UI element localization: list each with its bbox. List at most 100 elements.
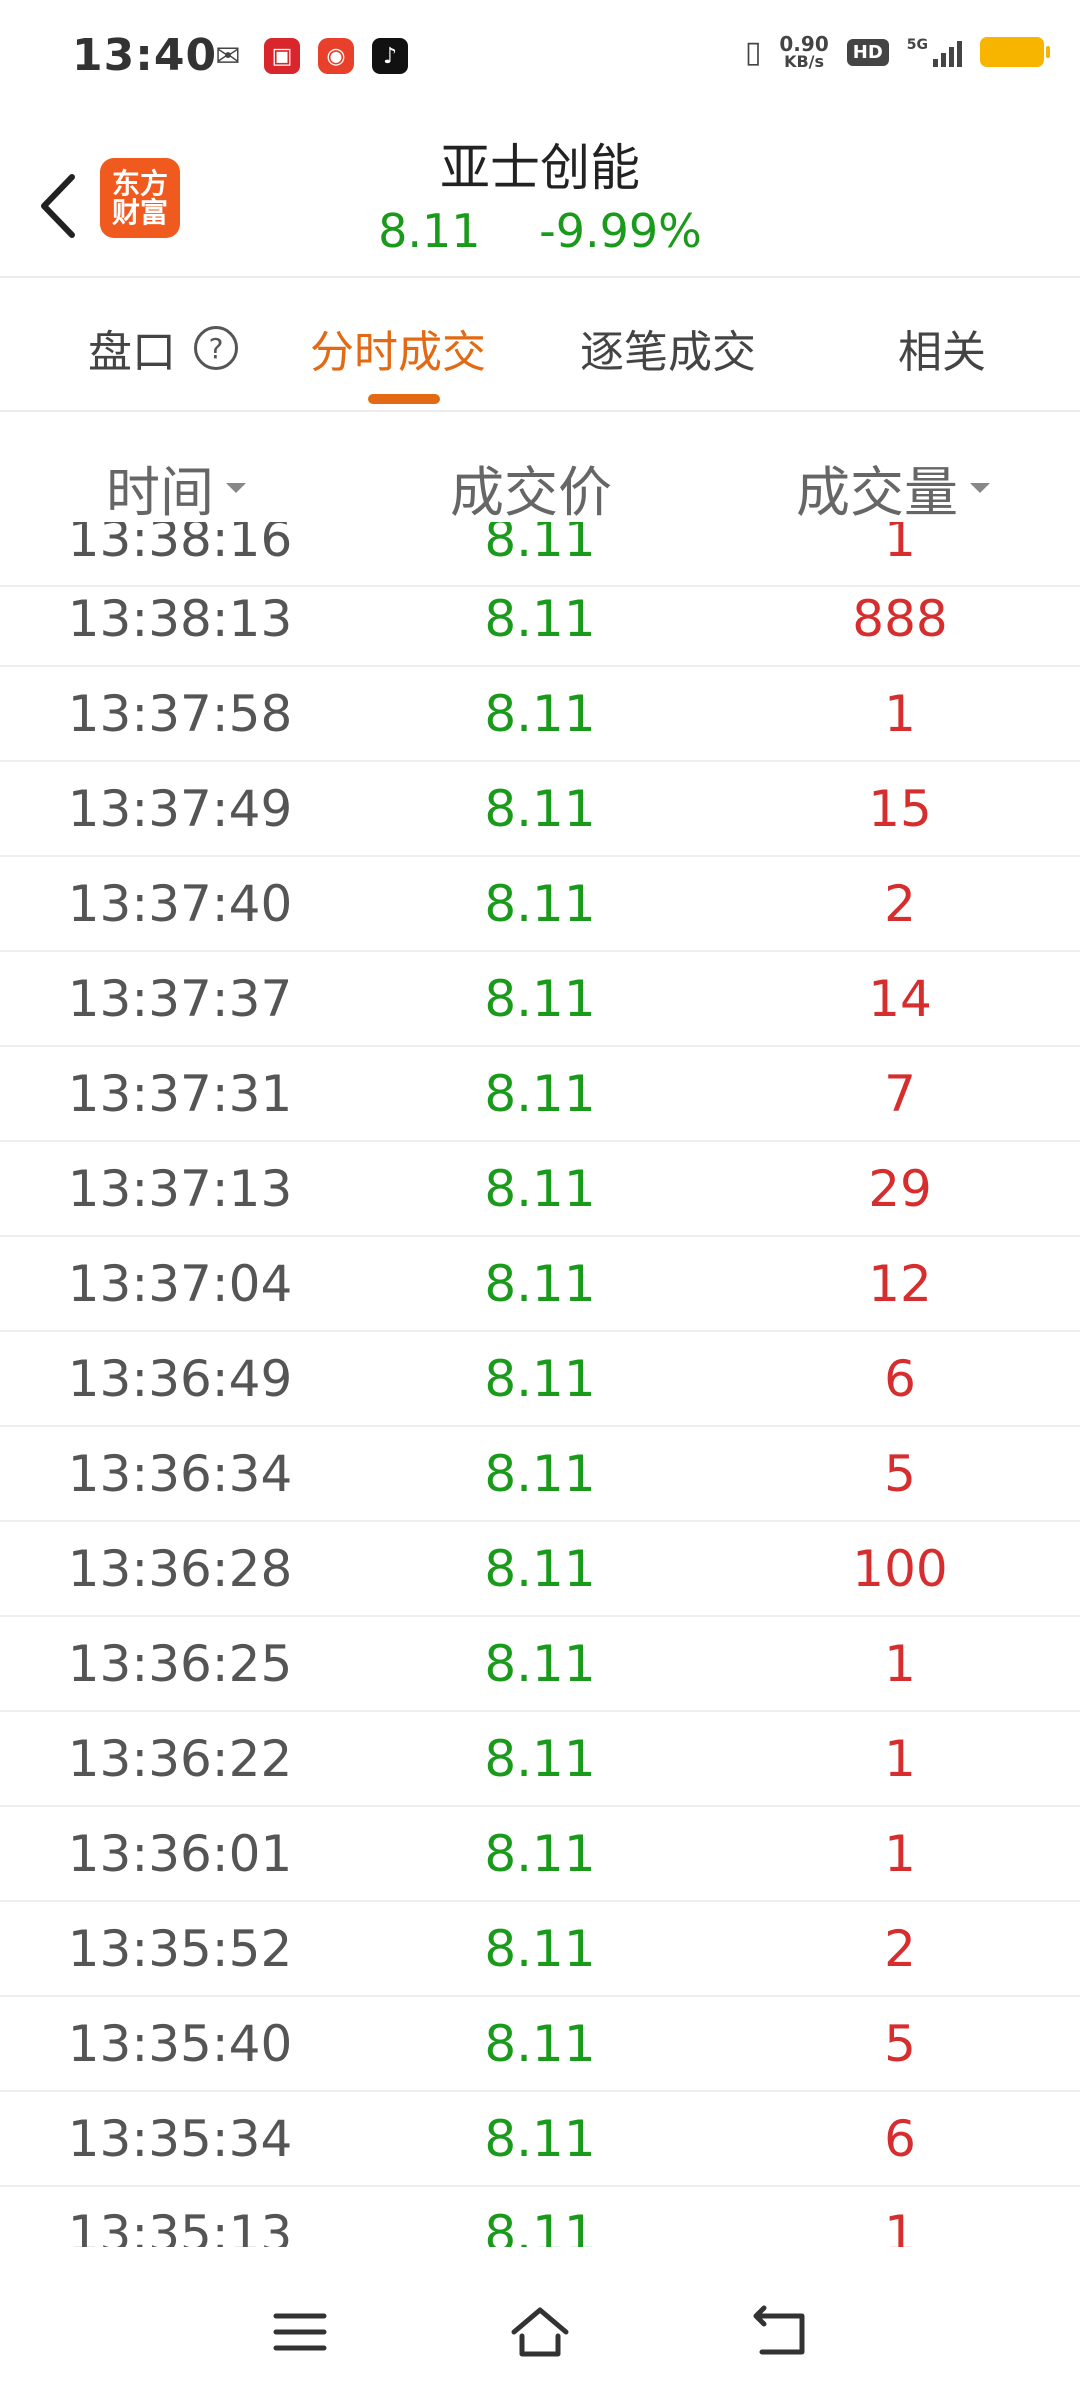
trade-time: 13:36:01 xyxy=(67,1825,293,1883)
tab-label: 分时成交 xyxy=(310,327,486,378)
tab-time-trades[interactable]: 分时成交 xyxy=(310,316,486,380)
trade-volume: 5 xyxy=(884,1445,916,1503)
speed-value: 0.90 xyxy=(779,32,829,56)
trade-volume: 6 xyxy=(884,2110,916,2168)
trade-price: 8.11 xyxy=(484,1730,596,1788)
trade-price: 8.11 xyxy=(484,1350,596,1408)
douyin-icon: ♪ xyxy=(372,38,408,74)
sort-caret-icon xyxy=(226,482,246,493)
table-row: 13:38:13 8.11 888 xyxy=(0,572,1080,667)
table-row: 13:36:34 8.11 5 xyxy=(0,1427,1080,1522)
trade-volume: 1 xyxy=(884,1730,916,1788)
tab-label: 相关 xyxy=(898,327,986,378)
tab-bar: 盘口 ? 分时成交 逐笔成交 相关 xyxy=(0,276,1080,412)
trade-time: 13:37:37 xyxy=(67,970,293,1028)
tab-tick-trades[interactable]: 逐笔成交 xyxy=(580,316,756,380)
trade-time: 13:36:22 xyxy=(67,1730,293,1788)
tab-related[interactable]: 相关 xyxy=(898,316,986,380)
hd-badge: HD xyxy=(846,38,889,66)
trade-price: 8.11 xyxy=(484,970,596,1028)
trade-time: 13:37:31 xyxy=(67,1065,293,1123)
trade-time: 13:35:13 xyxy=(67,2205,293,2247)
menu-button[interactable] xyxy=(250,2282,350,2382)
stock-quote: 8.11 -9.99% xyxy=(0,204,1080,258)
trade-volume: 5 xyxy=(884,2015,916,2073)
trade-price: 8.11 xyxy=(484,590,596,648)
trade-price: 8.11 xyxy=(484,2205,596,2247)
trade-price: 8.11 xyxy=(484,1065,596,1123)
menu-icon xyxy=(273,2313,327,2351)
network-type: 5G xyxy=(906,37,928,53)
network-speed: 0.90 KB/s xyxy=(779,34,828,70)
table-row: 13:36:49 8.11 6 xyxy=(0,1332,1080,1427)
column-price: 成交价 xyxy=(450,448,612,527)
trade-price: 8.11 xyxy=(484,875,596,933)
home-icon xyxy=(511,2307,569,2357)
system-indicators: ▯ 0.90 KB/s HD 5G xyxy=(744,34,1050,70)
trade-price: 8.11 xyxy=(484,685,596,743)
trade-time: 13:35:34 xyxy=(67,2110,293,2168)
home-button[interactable] xyxy=(490,2282,590,2382)
trades-list[interactable]: 13:38:16 8.11 1 13:38:13 8.11 888 13:37:58 8… xyxy=(0,522,1080,2247)
trade-time: 13:36:25 xyxy=(67,1635,293,1693)
trade-price: 8.11 xyxy=(484,1635,596,1693)
stock-name: 亚士创能 xyxy=(440,139,640,197)
status-bar: 13:40 ✉ ▣ ◉ ♪ ▯ 0.90 KB/s HD 5G xyxy=(0,0,1080,118)
tab-label: 逐笔成交 xyxy=(580,327,756,378)
trade-price: 8.11 xyxy=(484,1255,596,1313)
column-volume[interactable]: 成交量 xyxy=(796,448,990,527)
app-red-icon: ▣ xyxy=(264,38,300,74)
status-time: 13:40 xyxy=(72,30,218,81)
trade-volume: 1 xyxy=(884,1825,916,1883)
trade-volume: 2 xyxy=(884,875,916,933)
vibrate-icon: ▯ xyxy=(744,34,762,70)
trade-price: 8.11 xyxy=(484,1445,596,1503)
trade-time: 13:36:49 xyxy=(67,1350,293,1408)
tab-pankou[interactable]: 盘口 ? xyxy=(88,316,238,380)
table-row: 13:37:40 8.11 2 xyxy=(0,857,1080,952)
signal-icon: 5G xyxy=(907,37,962,67)
trade-volume: 29 xyxy=(868,1160,932,1218)
help-icon[interactable]: ? xyxy=(194,326,238,370)
table-row: 13:35:40 8.11 5 xyxy=(0,1997,1080,2092)
trade-time: 13:36:28 xyxy=(67,1540,293,1598)
notification-icons: ✉ ▣ ◉ ♪ xyxy=(210,38,408,74)
trade-volume: 15 xyxy=(868,780,932,838)
table-row: 13:37:58 8.11 1 xyxy=(0,667,1080,762)
tab-label: 盘口 xyxy=(88,327,176,378)
trade-volume: 1 xyxy=(884,685,916,743)
column-time[interactable]: 时间 xyxy=(106,448,246,527)
trade-time: 13:35:52 xyxy=(67,1920,293,1978)
trade-volume: 1 xyxy=(884,1635,916,1693)
active-tab-indicator xyxy=(368,394,440,404)
trade-volume: 12 xyxy=(868,1255,932,1313)
trade-time: 13:35:40 xyxy=(67,2015,293,2073)
table-row: 13:36:28 8.11 100 xyxy=(0,1522,1080,1617)
table-row: 13:36:22 8.11 1 xyxy=(0,1712,1080,1807)
trade-time: 13:37:40 xyxy=(67,875,293,933)
trade-time: 13:37:58 xyxy=(67,685,293,743)
stock-price: 8.11 xyxy=(378,204,481,258)
trade-price: 8.11 xyxy=(484,780,596,838)
trade-volume: 888 xyxy=(852,590,948,648)
app-orange-icon: ◉ xyxy=(318,38,354,74)
trade-price: 8.11 xyxy=(484,1825,596,1883)
trade-price: 8.11 xyxy=(484,1160,596,1218)
column-volume-label: 成交量 xyxy=(796,461,958,524)
trade-volume: 7 xyxy=(884,1065,916,1123)
table-row: 13:37:37 8.11 14 xyxy=(0,952,1080,1047)
sort-caret-icon xyxy=(970,482,990,493)
column-price-label: 成交价 xyxy=(450,461,612,524)
table-header: 时间 成交价 成交量 xyxy=(0,412,1080,524)
trade-price: 8.11 xyxy=(484,1540,596,1598)
trade-time: 13:36:34 xyxy=(67,1445,293,1503)
table-row: 13:36:01 8.11 1 xyxy=(0,1807,1080,1902)
wechat-icon: ✉ xyxy=(215,38,241,74)
trade-time: 13:38:13 xyxy=(67,590,293,648)
back-nav-icon xyxy=(753,2305,805,2355)
trade-price: 8.11 xyxy=(484,1920,596,1978)
back-nav-button[interactable] xyxy=(730,2282,830,2382)
speed-unit: KB/s xyxy=(784,52,825,71)
table-row: 13:35:34 8.11 6 xyxy=(0,2092,1080,2187)
trade-price: 8.11 xyxy=(484,2015,596,2073)
